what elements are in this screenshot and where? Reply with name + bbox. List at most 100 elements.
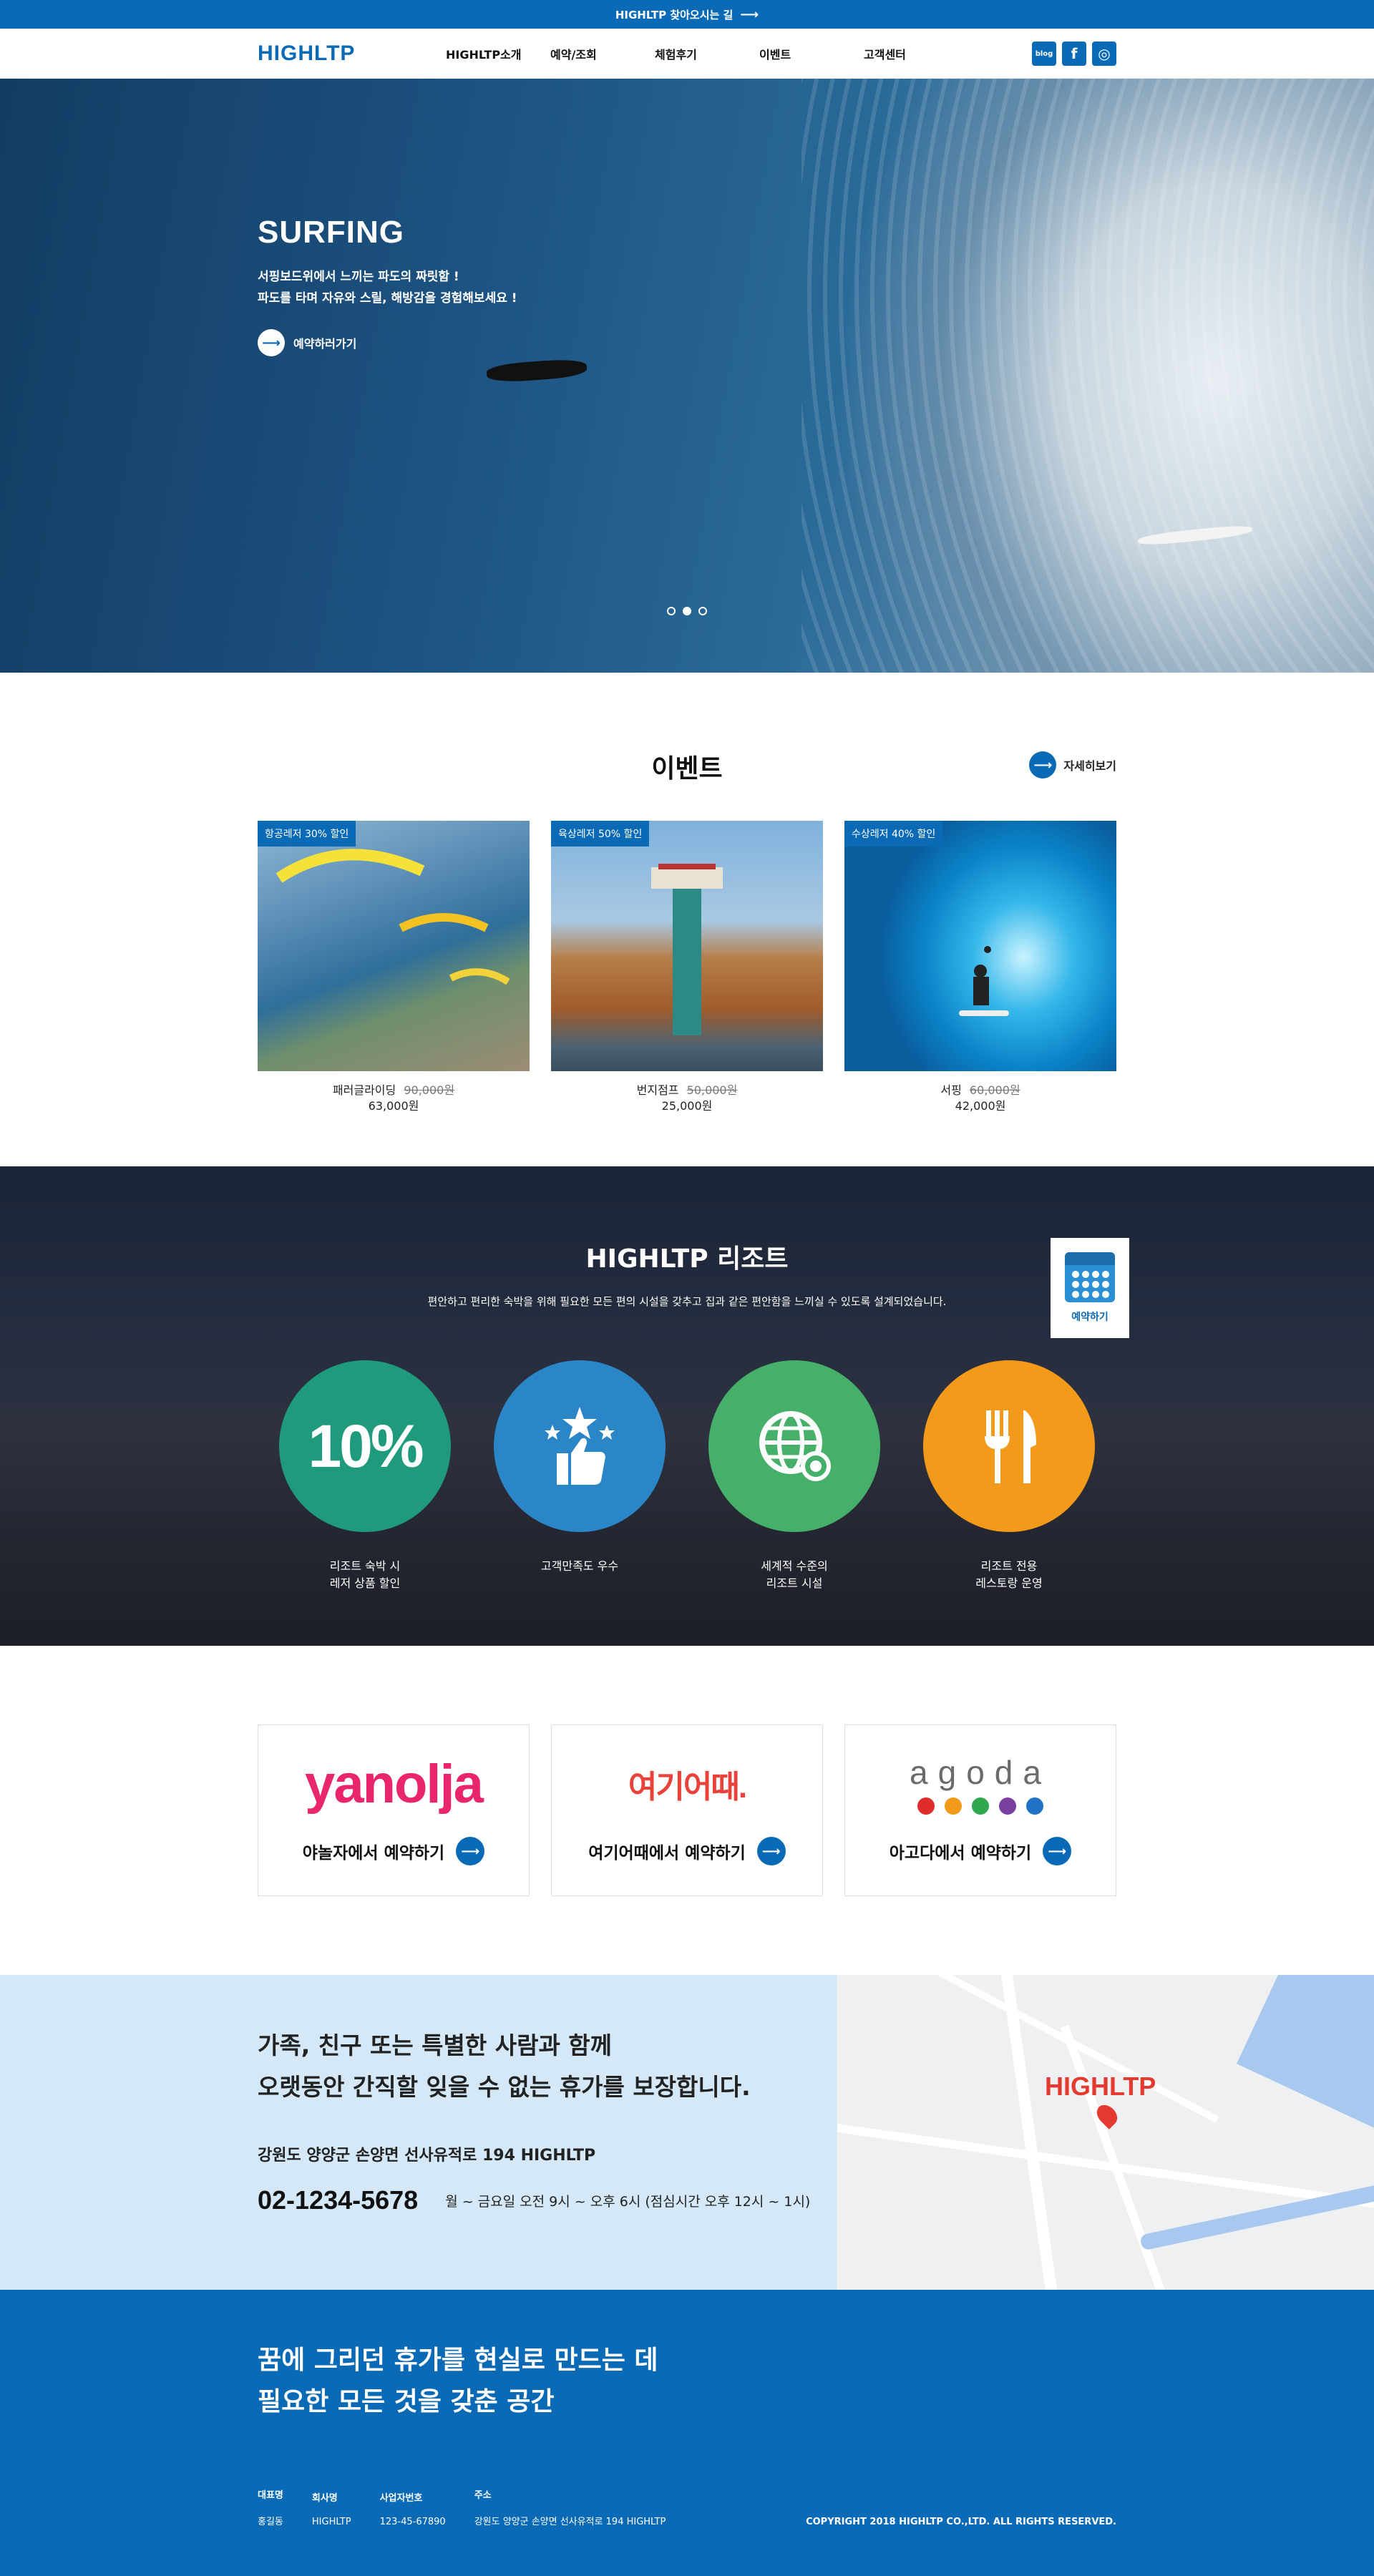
calendar-icon [1065,1252,1115,1302]
contact-headline-1: 가족, 친구 또는 특별한 사람과 함께 [258,2031,613,2059]
business-hours: 월 ~ 금요일 오전 9시 ~ 오후 6시 (점심시간 오후 12시 ~ 1시) [445,2193,811,2210]
hero-reserve-button[interactable]: ⟶ 예약하러가기 [258,329,517,356]
slider-dot-2[interactable] [683,607,691,615]
event-name: 서핑 [940,1083,962,1097]
hero-wave-foam [802,79,1374,673]
resort-features: 10% 리조트 숙박 시 레저 상품 할인 고객만족도 우수 세계적 수준의 리… [258,1360,1116,1592]
arrow-right-icon: ⟶ [756,1837,786,1865]
arrow-right-icon: ⟶ [740,6,759,22]
hero-text-1: 서핑보드위에서 느끼는 파도의 짜릿함 ! [258,270,459,284]
footer-headline-2: 필요한 모든 것을 갖춘 공간 [258,2387,555,2416]
reserve-label: 예약하기 [1071,1312,1109,1323]
nav-item-reviews[interactable]: 체험후기 [655,45,759,62]
slider-dot-3[interactable] [698,607,707,615]
agoda-dot [971,1797,989,1815]
feature-label-line1: 리조트 전용 [980,1559,1038,1573]
feature-satisfaction: 고객만족도 우수 [494,1360,666,1592]
paraglider-shapes [276,849,510,985]
partner-yeogi[interactable]: 여기어때. 여기어때에서 예약하기 ⟶ [551,1724,823,1896]
paragliding-image: 항공레저 30% 할인 [258,821,530,1071]
arrow-right-icon: ⟶ [1029,751,1057,779]
event-info: 패러글라이딩 90,000원 63,000원 [258,1083,530,1114]
event-price: 42,000원 [955,1099,1006,1113]
nav-item-about[interactable]: HIGHLTP소개 [446,45,550,62]
event-old-price: 60,000원 [969,1083,1020,1097]
nav-item-events[interactable]: 이벤트 [759,45,864,62]
slider-dots [667,607,707,615]
yeogi-reserve-button[interactable]: 여기어때에서 예약하기 ⟶ [588,1837,786,1865]
event-card-surfing[interactable]: 수상레저 40% 할인 서핑 60,000원 42,000원 [844,821,1116,1114]
percent-icon: 10% [279,1360,451,1532]
event-price: 25,000원 [661,1099,713,1113]
instagram-icon[interactable]: ◎ [1092,42,1116,66]
partner-action-label: 아고다에서 예약하기 [889,1844,1032,1863]
agoda-dot [944,1797,962,1815]
events-more-label: 자세히보기 [1063,759,1116,773]
event-info: 서핑 60,000원 42,000원 [844,1083,1116,1114]
resort-description: 편안하고 편리한 숙박을 위해 필요한 모든 편의 시설을 갖추고 집과 같은 … [427,1295,947,1308]
directions-label: HIGHLTP 찾아오시는 길 [615,8,734,21]
slider-dot-1[interactable] [667,607,676,615]
site-header: HIGHLTP HIGHLTP소개 예약/조회 체험후기 이벤트 고객센터 bl… [0,29,1374,79]
events-more-button[interactable]: ⟶ 자세히보기 [1029,751,1116,779]
phone-number[interactable]: 02-1234-5678 [258,2185,418,2215]
event-old-price: 50,000원 [686,1083,738,1097]
thumbs-up-stars-icon [494,1360,666,1532]
nav-item-reservation[interactable]: 예약/조회 [550,45,655,62]
directions-bar[interactable]: HIGHLTP 찾아오시는 길 ⟶ [0,0,1374,29]
contact-headline-2: 오랫동안 간직할 잊을 수 없는 휴가를 보장합니다. [258,2073,751,2101]
partner-action-label: 여기어때에서 예약하기 [588,1844,746,1863]
contact-info: 가족, 친구 또는 특별한 사람과 함께오랫동안 간직할 잊을 수 없는 휴가를… [0,1975,837,2290]
reserve-button[interactable]: 예약하기 [1051,1238,1129,1338]
yanolja-logo: yanolja [305,1753,484,1815]
feature-facilities: 세계적 수준의 리조트 시설 [708,1360,880,1592]
facebook-icon[interactable]: f [1062,42,1086,66]
event-name: 패러글라이딩 [332,1083,396,1097]
location-map[interactable]: HIGHLTP [837,1975,1374,2290]
hero-reserve-label: 예약하러가기 [293,337,357,351]
feature-label-line2: 리조트 시설 [766,1576,823,1590]
address: 강원도 양양군 손양면 선사유적로 194 HIGHLTP [258,2147,596,2165]
main-nav: HIGHLTP소개 예약/조회 체험후기 이벤트 고객센터 [446,45,968,62]
info-value: 123-45-67890 [379,2517,446,2527]
yanolja-reserve-button[interactable]: 야놀자에서 예약하기 ⟶ [302,1837,485,1865]
event-info: 번지점프 50,000원 25,000원 [551,1083,823,1114]
site-footer: 꿈에 그리던 휴가를 현실로 만드는 데 필요한 모든 것을 갖춘 공간 대표명 홍… [0,2290,1374,2576]
feature-restaurant: 리조트 전용레스토랑 운영 [923,1360,1095,1592]
arrow-right-icon: ⟶ [258,329,285,356]
surfing-image: 수상레저 40% 할인 [844,821,1116,1071]
bungee-image: 육상레저 50% 할인 [551,821,823,1071]
resort-title: HIGHLTP 리조트 [585,1244,789,1274]
partner-action-label: 야놀자에서 예약하기 [302,1844,445,1863]
event-card-bungee[interactable]: 육상레저 50% 할인 번지점프 50,000원 25,000원 [551,821,823,1114]
agoda-dot [917,1797,935,1815]
globe-award-icon [708,1360,880,1532]
info-value: HIGHLTP [311,2517,351,2527]
event-old-price: 90,000원 [404,1083,455,1097]
partner-agoda[interactable]: agoda 아고다에서 예약하기 ⟶ [844,1724,1116,1896]
yeogieottae-logo: 여기어때. [628,1770,747,1805]
partner-yanolja[interactable]: yanolja 야놀자에서 예약하기 ⟶ [258,1724,530,1896]
event-card-paragliding[interactable]: 항공레저 30% 할인 패러글라이딩 90,000원 63,000원 [258,821,530,1114]
fork-knife-icon [923,1360,1095,1532]
arrow-right-icon: ⟶ [1043,1837,1072,1865]
hero-title: SURFING [258,215,404,250]
surfer-shape [959,946,1009,1016]
surfer-image [486,358,588,384]
agoda-logo: agoda [910,1753,1051,1815]
info-key: 사업자번호 [379,2493,423,2504]
feature-label-line2: 레스토랑 운영 [975,1576,1043,1590]
event-cards: 항공레저 30% 할인 패러글라이딩 90,000원 63,000원 육상레저 … [258,821,1116,1114]
events-section: 이벤트 ⟶ 자세히보기 항공레저 30% 할인 패러글라이딩 90,000원 6… [0,673,1374,1166]
site-logo[interactable]: HIGHLTP [258,42,446,66]
info-key: 주소 [474,2490,492,2501]
sns-links: blog f ◎ [1032,42,1116,66]
nav-item-support[interactable]: 고객센터 [864,45,968,62]
hero-content: SURFING 서핑보드위에서 느끼는 파도의 짜릿함 ! 파도를 타며 자유와… [258,215,517,356]
feature-label-line2: 레저 상품 할인 [329,1576,401,1590]
blog-icon[interactable]: blog [1032,42,1056,66]
agoda-dot [998,1797,1016,1815]
agoda-reserve-button[interactable]: 아고다에서 예약하기 ⟶ [889,1837,1072,1865]
info-value: 홍길동 [258,2517,283,2527]
resort-section: HIGHLTP 리조트 편안하고 편리한 숙박을 위해 필요한 모든 편의 시설… [0,1166,1374,1646]
